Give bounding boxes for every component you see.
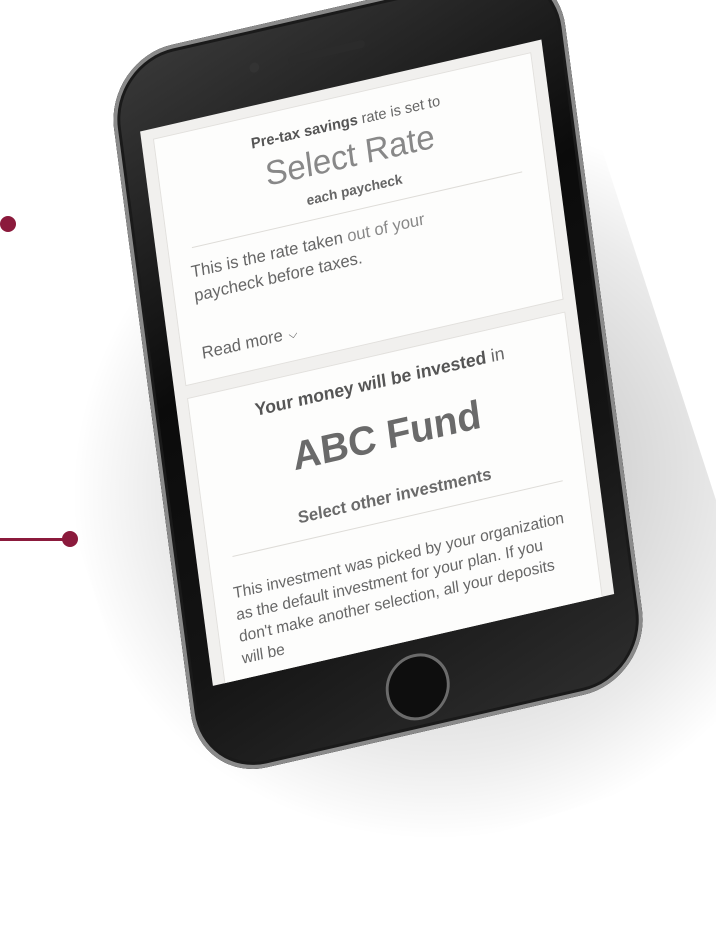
rate-desc-part-b: out of your bbox=[346, 209, 426, 246]
phone-screen: Pre-tax savings rate is set to Select Ra… bbox=[140, 39, 615, 686]
chevron-down-icon: ⌵ bbox=[287, 326, 299, 343]
read-more-label: Read more bbox=[200, 325, 284, 363]
callout-dot-bottom bbox=[62, 531, 78, 547]
callout-line-bottom bbox=[0, 538, 68, 541]
phone-device: Pre-tax savings rate is set to Select Ra… bbox=[105, 0, 652, 783]
callout-dot-top bbox=[0, 216, 16, 232]
invest-intro-rest: in bbox=[484, 343, 506, 368]
